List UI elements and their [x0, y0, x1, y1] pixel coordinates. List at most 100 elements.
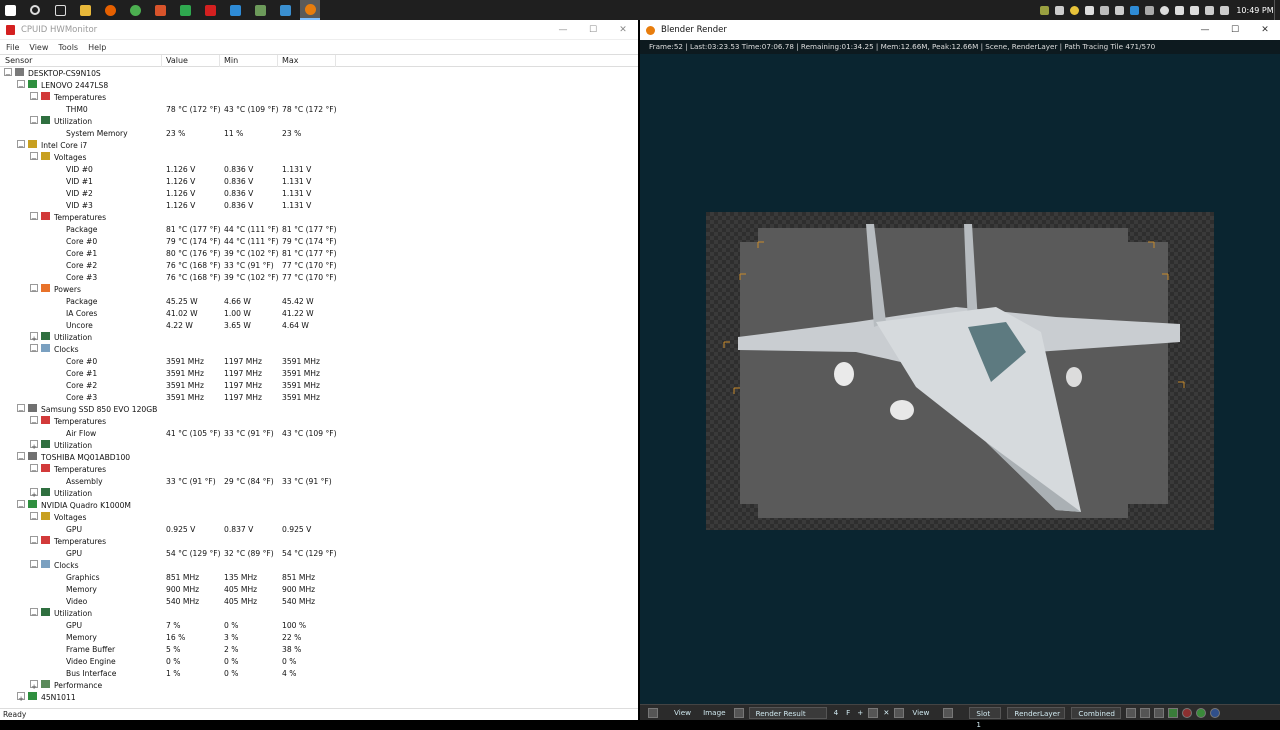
sensor-row[interactable]: VID #3 1.126 V 0.836 V 1.131 V — [0, 200, 638, 212]
tree-node[interactable]: + Performance — [0, 680, 638, 692]
column-value[interactable]: Value — [162, 55, 220, 67]
sensor-row[interactable]: Video 540 MHz 405 MHz 540 MHz — [0, 596, 638, 608]
sensor-row[interactable]: Core #3 3591 MHz 1197 MHz 3591 MHz — [0, 392, 638, 404]
tree-node[interactable]: − TOSHIBA MQ01ABD100 — [0, 452, 638, 464]
close-button[interactable]: ✕ — [608, 20, 638, 40]
collapse-icon[interactable]: − — [30, 608, 38, 619]
start-button[interactable] — [0, 0, 20, 20]
tree-node[interactable]: − Temperatures — [0, 536, 638, 548]
sensor-row[interactable]: Core #1 3591 MHz 1197 MHz 3591 MHz — [0, 368, 638, 380]
sensor-row[interactable]: THM0 78 °C (172 °F) 43 °C (109 °F) 78 °C (1… — [0, 104, 638, 116]
notification-icon[interactable] — [1220, 5, 1229, 15]
editor-type-icon[interactable] — [648, 707, 658, 718]
sensor-tree[interactable]: − DESKTOP-CS9N10S − LENOVO 2447LS8 − Temperat… — [0, 68, 638, 708]
taskbar-app-5[interactable] — [275, 0, 295, 20]
sensor-row[interactable]: Video Engine 0 % 0 % 0 % — [0, 656, 638, 668]
sensor-row[interactable]: Bus Interface 1 % 0 % 4 % — [0, 668, 638, 680]
keyboard-icon[interactable] — [1205, 5, 1214, 15]
taskbar-app-1[interactable] — [150, 0, 170, 20]
taskbar-chrome[interactable] — [125, 0, 145, 20]
expand-icon[interactable]: + — [17, 692, 25, 703]
menu-file[interactable]: File — [6, 43, 19, 52]
tree-node[interactable]: − Utilization — [0, 608, 638, 620]
display-channel-icon[interactable] — [1210, 707, 1221, 718]
tray-icon[interactable] — [1070, 5, 1079, 15]
column-min[interactable]: Min — [220, 55, 278, 67]
sensor-row[interactable]: Frame Buffer 5 % 2 % 38 % — [0, 644, 638, 656]
menu-view[interactable]: View — [29, 43, 48, 52]
view-icon[interactable] — [894, 707, 905, 718]
taskbar-app-4[interactable] — [250, 0, 270, 20]
sensor-row[interactable]: Core #0 3591 MHz 1197 MHz 3591 MHz — [0, 356, 638, 368]
tray-icon[interactable] — [1130, 5, 1139, 15]
tree-node[interactable]: +45N1011 — [0, 692, 638, 704]
sensor-row[interactable]: Air Flow 41 °C (105 °F) 33 °C (91 °F) 43 °C… — [0, 428, 638, 440]
collapse-icon[interactable]: − — [17, 140, 25, 151]
layer-dropdown[interactable]: RenderLayer — [1007, 706, 1066, 719]
menu-tools[interactable]: Tools — [58, 43, 78, 52]
pass-dropdown[interactable]: Combined — [1071, 706, 1122, 719]
tree-node[interactable]: − Utilization — [0, 116, 638, 128]
sensor-row[interactable]: Package 45.25 W 4.66 W 45.42 W — [0, 296, 638, 308]
sensor-row[interactable]: System Memory 23 % 11 % 23 % — [0, 128, 638, 140]
tree-node[interactable]: − Clocks — [0, 560, 638, 572]
collapse-icon[interactable]: − — [30, 512, 38, 523]
tree-node[interactable]: − Temperatures — [0, 212, 638, 224]
sensor-row[interactable]: Assembly 33 °C (91 °F) 29 °C (84 °F) 33 °C … — [0, 476, 638, 488]
close-icon[interactable]: ✕ — [883, 708, 889, 717]
tree-node[interactable]: − LENOVO 2447LS8 — [0, 80, 638, 92]
sensor-row[interactable]: GPU 54 °C (129 °F) 32 °C (89 °F) 54 °C (129… — [0, 548, 638, 560]
display-channel-icon[interactable] — [1196, 707, 1207, 718]
display-channel-icon[interactable] — [1168, 707, 1179, 718]
hwmonitor-titlebar[interactable]: CPUID HWMonitor — ☐ ✕ — [0, 20, 638, 40]
image-name-field[interactable]: Render Result — [748, 706, 827, 719]
tray-icon[interactable] — [1040, 5, 1049, 15]
tree-node[interactable]: − Voltages — [0, 512, 638, 524]
collapse-icon[interactable]: − — [30, 560, 38, 571]
tray-icon[interactable] — [1145, 5, 1154, 15]
sensor-row[interactable]: Uncore 4.22 W 3.65 W 4.64 W — [0, 320, 638, 332]
expand-icon[interactable]: + — [30, 488, 38, 499]
expand-icon[interactable]: + — [30, 332, 38, 343]
sensor-row[interactable]: GPU 0.925 V 0.837 V 0.925 V — [0, 524, 638, 536]
sensor-row[interactable]: GPU 7 % 0 % 100 % — [0, 620, 638, 632]
network-icon[interactable] — [1190, 5, 1199, 15]
tray-icon[interactable] — [1115, 5, 1124, 15]
collapse-icon[interactable]: − — [30, 284, 38, 295]
minimize-button[interactable]: — — [1190, 20, 1220, 40]
image-browse-icon[interactable] — [733, 707, 744, 718]
tree-node[interactable]: − DESKTOP-CS9N10S — [0, 68, 638, 80]
collapse-icon[interactable]: − — [30, 212, 38, 223]
maximize-button[interactable]: ☐ — [1220, 20, 1250, 40]
tree-node[interactable]: − Powers — [0, 284, 638, 296]
tree-node[interactable]: − Voltages — [0, 152, 638, 164]
tree-node[interactable]: + Utilization — [0, 488, 638, 500]
tree-node[interactable]: + Utilization — [0, 332, 638, 344]
tree-node[interactable]: + Utilization — [0, 440, 638, 452]
minimize-button[interactable]: — — [548, 20, 578, 40]
sensor-row[interactable]: Memory 900 MHz 405 MHz 900 MHz — [0, 584, 638, 596]
collapse-icon[interactable]: − — [30, 116, 38, 127]
maximize-button[interactable]: ☐ — [578, 20, 608, 40]
taskbar-app-3[interactable] — [225, 0, 245, 20]
collapse-icon[interactable]: − — [4, 68, 12, 79]
collapse-icon[interactable]: − — [30, 152, 38, 163]
taskbar-app-2[interactable] — [175, 0, 195, 20]
collapse-icon[interactable]: − — [30, 464, 38, 475]
display-channel-icon[interactable] — [1154, 707, 1165, 718]
sensor-row[interactable]: Graphics 851 MHz 135 MHz 851 MHz — [0, 572, 638, 584]
taskbar-blender[interactable] — [300, 0, 320, 20]
volume-icon[interactable] — [1175, 5, 1184, 15]
collapse-icon[interactable]: − — [30, 416, 38, 427]
collapse-icon[interactable]: − — [30, 92, 38, 103]
collapse-icon[interactable]: − — [30, 536, 38, 547]
collapse-icon[interactable]: − — [17, 500, 25, 511]
image-icon[interactable] — [868, 707, 879, 718]
menu-view[interactable]: View — [674, 708, 691, 717]
menu-image[interactable]: Image — [703, 708, 726, 717]
collapse-icon[interactable]: − — [17, 404, 25, 415]
column-max[interactable]: Max — [278, 55, 336, 67]
display-channel-icon[interactable] — [1140, 707, 1151, 718]
add-icon[interactable]: + — [857, 708, 863, 717]
sensor-row[interactable]: VID #1 1.126 V 0.836 V 1.131 V — [0, 176, 638, 188]
